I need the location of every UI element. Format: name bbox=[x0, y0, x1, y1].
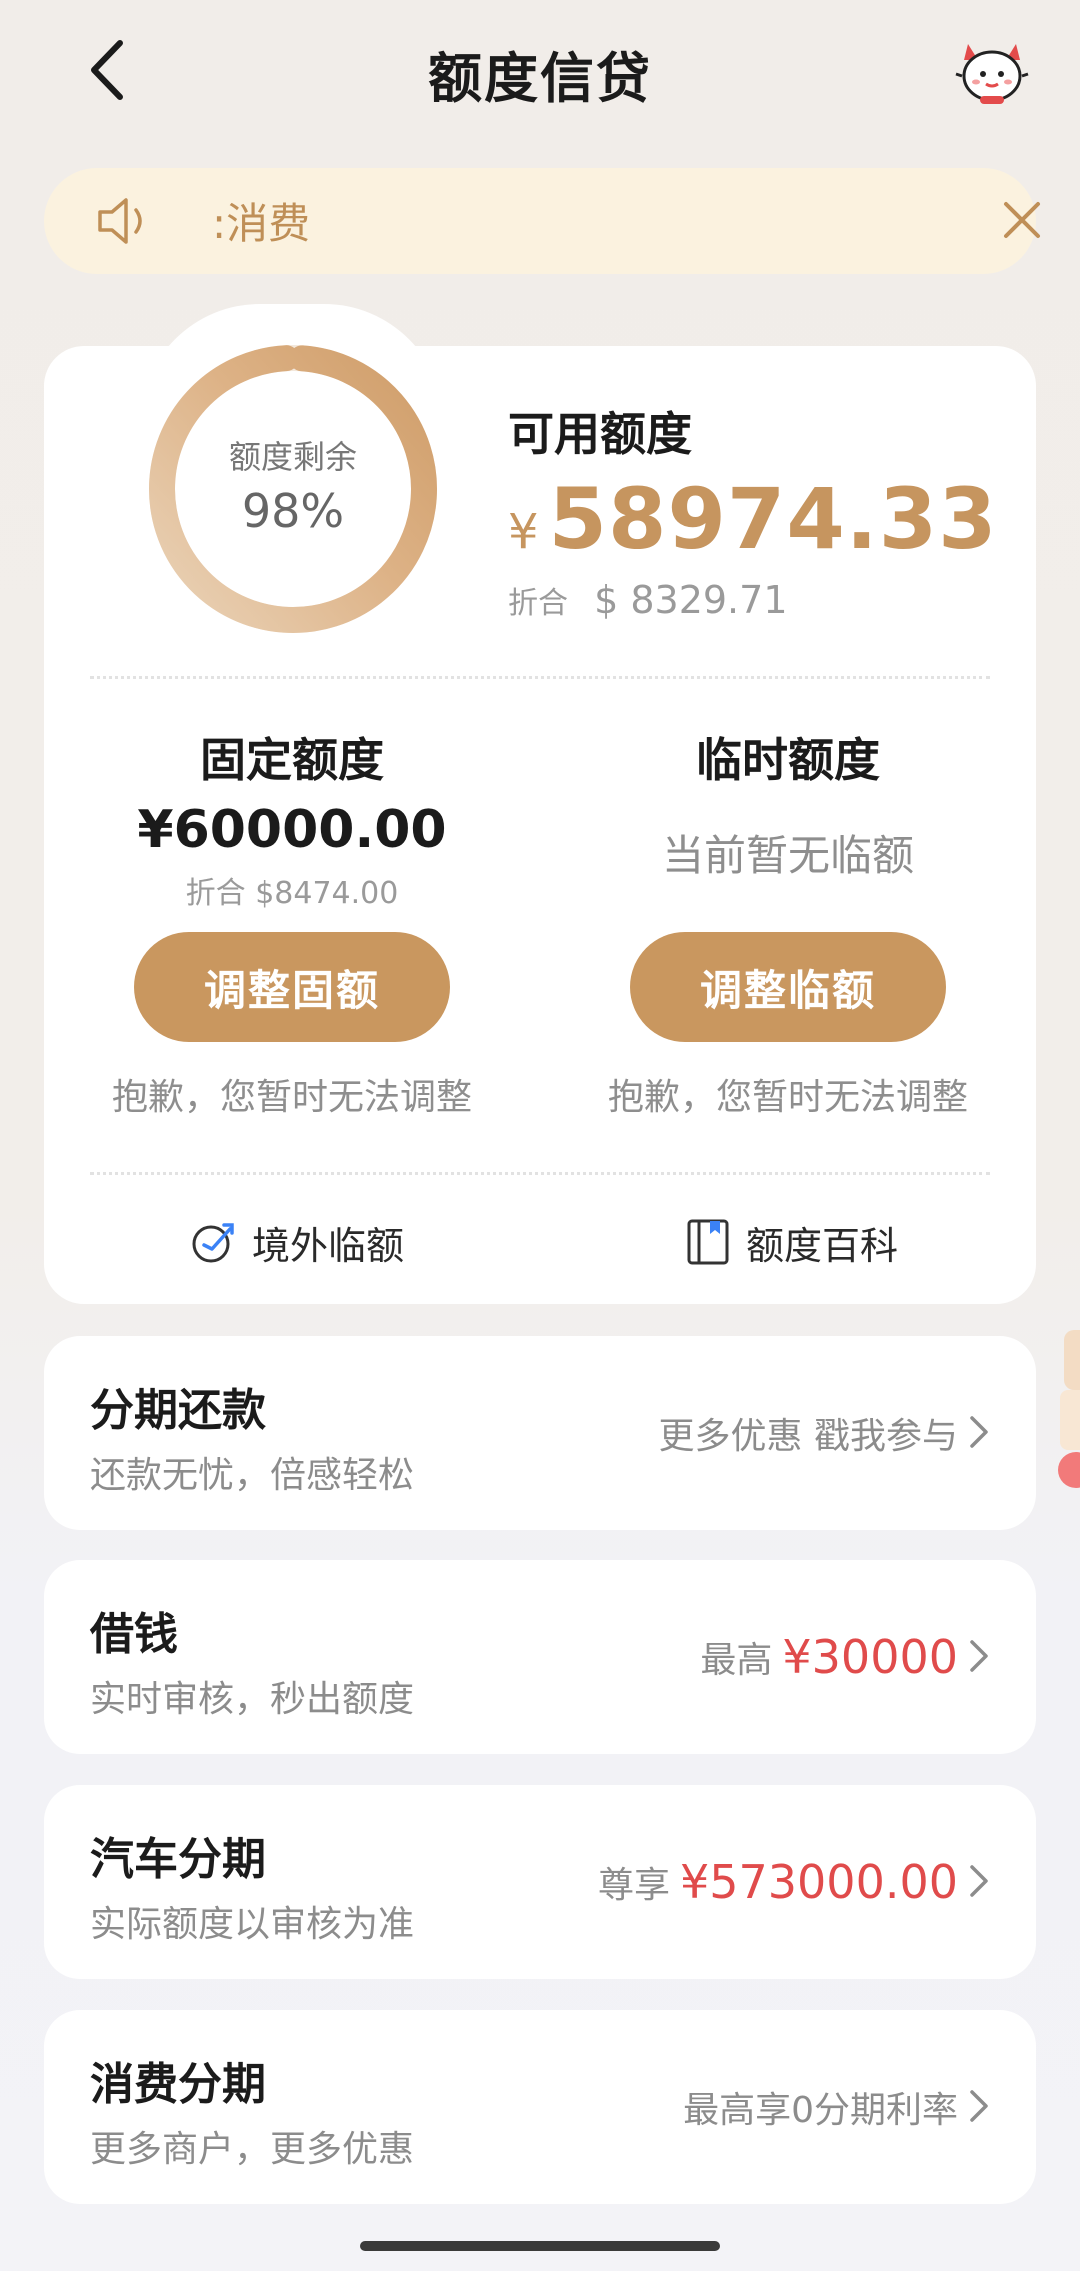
available-converted: 折合 $ 8329.71 bbox=[508, 578, 788, 622]
service-subtitle: 实际额度以审核为准 bbox=[90, 1904, 415, 1945]
temp-credit-status: 当前暂无临额 bbox=[661, 831, 914, 880]
installment-repay-card[interactable]: 分期还款 还款无忧，倍感轻松 更多优惠 戳我参与 bbox=[44, 1336, 1036, 1530]
service-right-text: 最高享0分期利率 bbox=[683, 2090, 958, 2131]
adjust-temp-button[interactable]: 调整临额 bbox=[630, 932, 946, 1042]
car-installment-card[interactable]: 汽车分期 实际额度以审核为准 尊享 ¥573000.00 bbox=[44, 1785, 1036, 1979]
floating-promo-icon[interactable] bbox=[1030, 1320, 1080, 1500]
speaker-icon bbox=[98, 198, 142, 244]
available-amount-value: 58974.33 bbox=[548, 470, 998, 568]
service-subtitle: 还款无忧，倍感轻松 bbox=[90, 1455, 415, 1496]
ring-percent: 98% bbox=[241, 484, 345, 538]
credit-wiki-link[interactable]: 额度百科 bbox=[686, 1214, 898, 1270]
credit-wiki-label: 额度百科 bbox=[746, 1223, 899, 1268]
notice-bar[interactable]: :消费 bbox=[44, 168, 1040, 274]
service-title: 借钱 bbox=[90, 1609, 178, 1660]
header-bar: 额度信贷 bbox=[0, 0, 1080, 140]
service-subtitle: 实时审核，秒出额度 bbox=[90, 1679, 415, 1720]
fixed-credit-title: 固定额度 bbox=[200, 733, 384, 787]
overseas-temp-credit-label: 境外临额 bbox=[252, 1223, 405, 1268]
currency-symbol: ¥ bbox=[508, 504, 539, 560]
plane-globe-icon bbox=[192, 1223, 234, 1263]
temp-credit-title: 临时额度 bbox=[696, 733, 880, 787]
adjust-fixed-button[interactable]: 调整固额 bbox=[134, 932, 450, 1042]
borrow-money-card[interactable]: 借钱 实时审核，秒出额度 最高 ¥30000 bbox=[44, 1560, 1036, 1754]
service-right-text: 更多优惠 戳我参与 bbox=[658, 1416, 958, 1457]
service-right-highlight: ¥30000 bbox=[782, 1630, 958, 1684]
fixed-credit-converted: 折合 $8474.00 bbox=[185, 876, 399, 911]
mascot-avatar-icon[interactable] bbox=[952, 30, 1032, 110]
temp-adjust-note: 抱歉，您暂时无法调整 bbox=[607, 1077, 968, 1118]
service-title: 分期还款 bbox=[90, 1385, 266, 1436]
chevron-right-icon bbox=[970, 1865, 988, 1897]
chevron-right-icon bbox=[970, 1416, 988, 1448]
service-right-info: 最高 ¥30000 bbox=[700, 1560, 958, 1754]
service-subtitle: 更多商户，更多优惠 bbox=[90, 2129, 415, 2170]
fixed-adjust-note: 抱歉，您暂时无法调整 bbox=[111, 1077, 472, 1118]
service-right-highlight: ¥573000.00 bbox=[679, 1855, 958, 1909]
divider bbox=[90, 1172, 990, 1175]
converted-amount: $ 8329.71 bbox=[594, 578, 788, 622]
service-right-info: 更多优惠 戳我参与 bbox=[659, 1336, 958, 1530]
ring-label: 额度剩余 bbox=[228, 438, 357, 476]
converted-label: 折合 bbox=[508, 586, 568, 621]
fixed-credit-column: 固定额度 ¥60000.00 折合 $8474.00 bbox=[44, 724, 540, 912]
service-right-info: 最高享0分期利率 bbox=[683, 2010, 958, 2204]
close-icon[interactable] bbox=[1002, 200, 1042, 240]
temp-credit-column: 临时额度 当前暂无临额 bbox=[540, 724, 1036, 882]
divider bbox=[90, 676, 990, 679]
home-indicator[interactable] bbox=[360, 2241, 720, 2251]
notice-text: :消费 bbox=[212, 199, 311, 248]
overseas-temp-credit-link[interactable]: 境外临额 bbox=[190, 1214, 404, 1270]
page-title: 额度信贷 bbox=[428, 47, 652, 110]
service-title: 汽车分期 bbox=[90, 1834, 266, 1885]
chevron-right-icon bbox=[970, 1640, 988, 1672]
service-title: 消费分期 bbox=[90, 2059, 266, 2110]
available-credit-title: 可用额度 bbox=[508, 407, 692, 461]
service-right-prefix: 最高 bbox=[700, 1640, 773, 1681]
service-right-prefix: 尊享 bbox=[597, 1865, 670, 1906]
consumer-installment-card[interactable]: 消费分期 更多商户，更多优惠 最高享0分期利率 bbox=[44, 2010, 1036, 2204]
chevron-right-icon bbox=[970, 2090, 988, 2122]
fixed-credit-amount: ¥60000.00 bbox=[137, 800, 447, 860]
book-icon bbox=[687, 1219, 729, 1265]
available-credit-amount: ¥ 58974.33 bbox=[508, 470, 998, 568]
service-right-info: 尊享 ¥573000.00 bbox=[598, 1785, 958, 1979]
